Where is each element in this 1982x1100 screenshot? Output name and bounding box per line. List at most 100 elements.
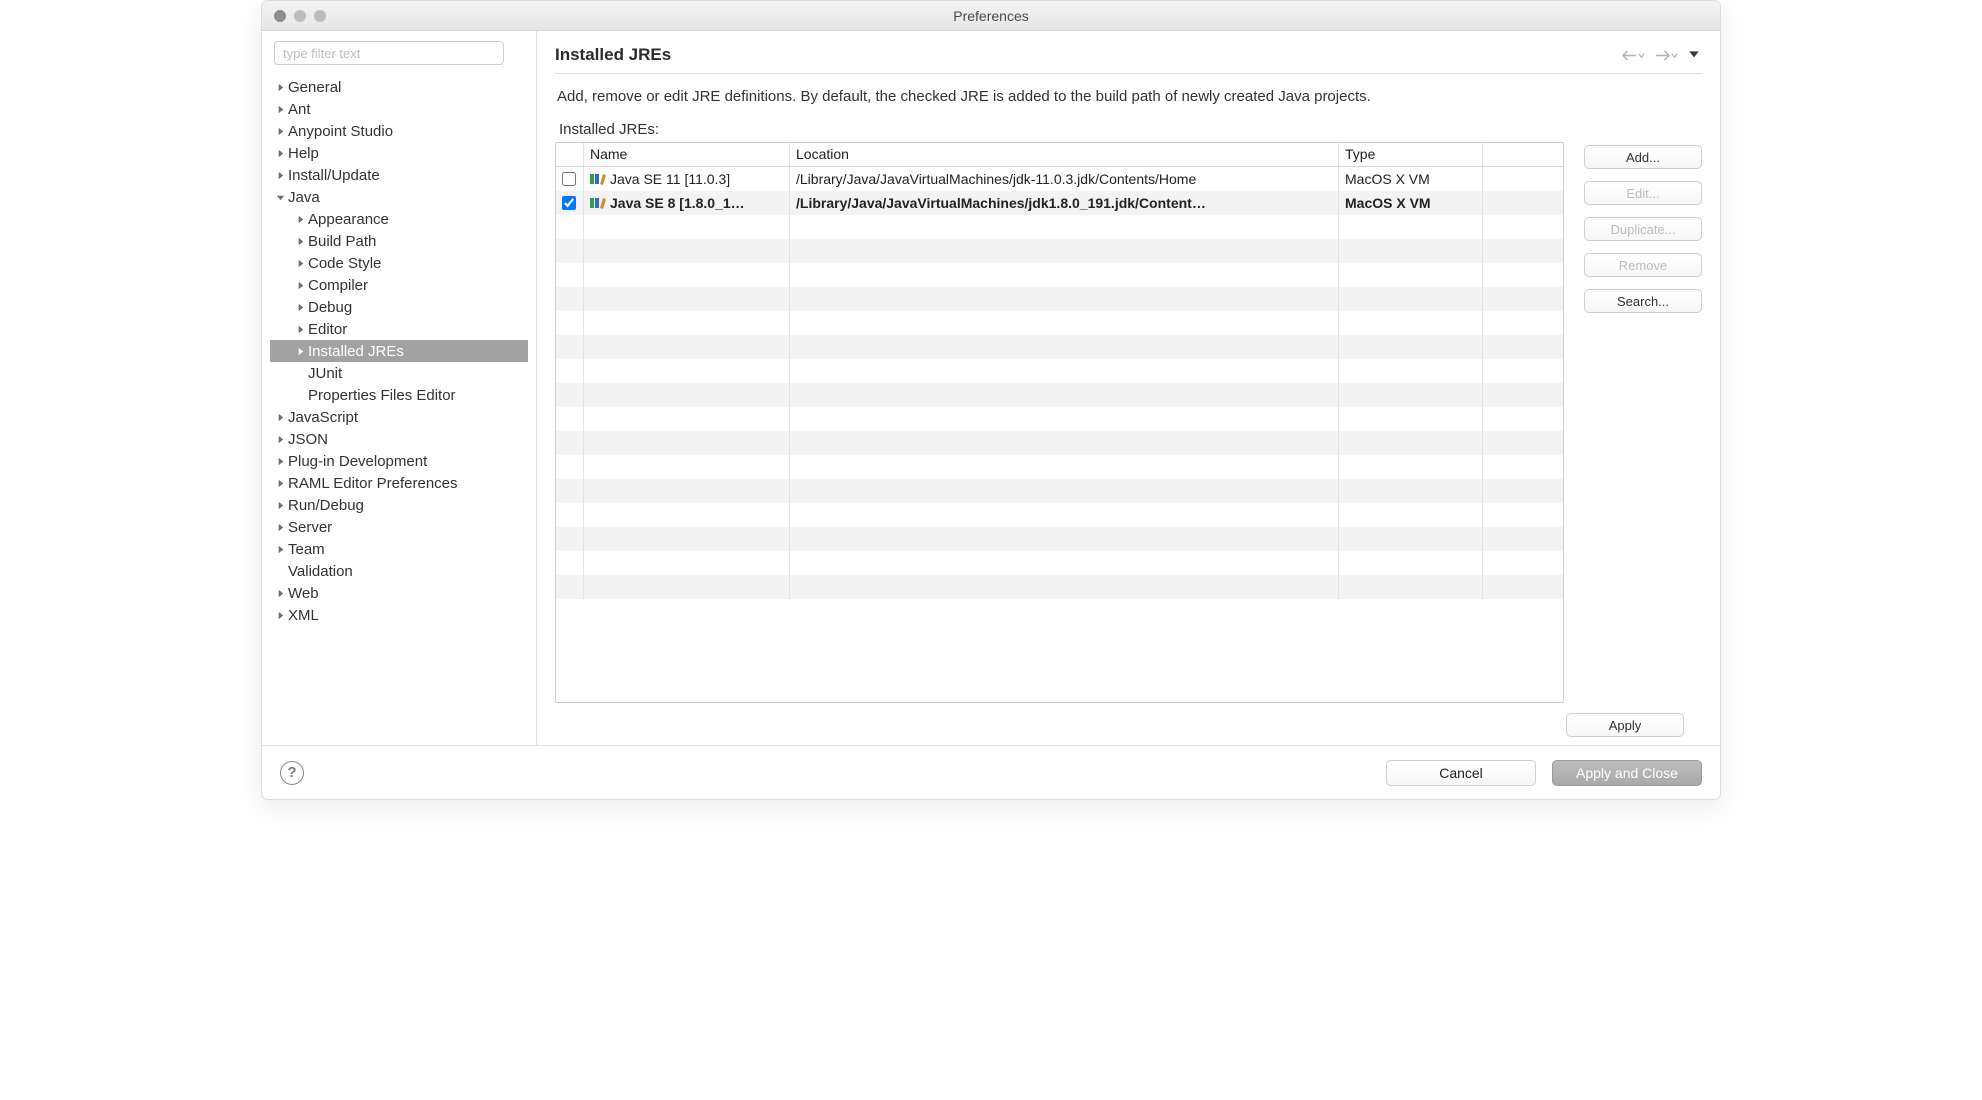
add-button[interactable]: Add... — [1584, 145, 1702, 169]
tree-item-label: Compiler — [308, 277, 368, 294]
duplicate-button[interactable]: Duplicate... — [1584, 217, 1702, 241]
close-window-button[interactable] — [274, 10, 286, 22]
body: General Ant Anypoint Studio Help Install/Upd… — [262, 31, 1720, 745]
tree-item[interactable]: Code Style — [270, 252, 528, 274]
window-controls — [262, 10, 326, 22]
tree-item[interactable]: Installed JREs — [270, 340, 528, 362]
tree-item[interactable]: RAML Editor Preferences — [270, 472, 528, 494]
zoom-window-button[interactable] — [314, 10, 326, 22]
apply-row: Apply — [555, 703, 1702, 745]
jre-name: Java SE 11 [11.0.3] — [610, 171, 730, 187]
expand-arrow-icon — [294, 213, 306, 225]
dropdown-caret-icon — [1638, 52, 1645, 59]
tree-item[interactable]: JUnit — [270, 362, 528, 384]
apply-button[interactable]: Apply — [1566, 713, 1684, 737]
tree-item[interactable]: Plug-in Development — [270, 450, 528, 472]
table-row — [556, 359, 1563, 383]
tree-item[interactable]: Anypoint Studio — [270, 120, 528, 142]
tree-item[interactable]: Run/Debug — [270, 494, 528, 516]
category-tree: General Ant Anypoint Studio Help Install/Upd… — [270, 76, 528, 626]
expand-arrow-icon — [274, 147, 286, 159]
tree-item[interactable]: Properties Files Editor — [270, 384, 528, 406]
table-header: Name Location Type — [556, 143, 1563, 167]
tree-item[interactable]: Server — [270, 516, 528, 538]
tree-item[interactable]: XML — [270, 604, 528, 626]
tree-item[interactable]: Ant — [270, 98, 528, 120]
tree-item[interactable]: Web — [270, 582, 528, 604]
page-description: Add, remove or edit JRE definitions. By … — [555, 74, 1702, 121]
table-row — [556, 263, 1563, 287]
row-type-cell: MacOS X VM — [1339, 191, 1483, 215]
side-buttons: Add... Edit... Duplicate... Remove Searc… — [1584, 145, 1702, 703]
tree-item-label: Anypoint Studio — [288, 123, 393, 140]
tree-item-label: Plug-in Development — [288, 453, 427, 470]
column-check — [556, 143, 584, 166]
tree-item[interactable]: Appearance — [270, 208, 528, 230]
table-row — [556, 311, 1563, 335]
tree-item[interactable]: Debug — [270, 296, 528, 318]
expand-arrow-icon — [274, 433, 286, 445]
table-label: Installed JREs: — [555, 121, 1564, 138]
expand-arrow-icon — [294, 323, 306, 335]
search-button[interactable]: Search... — [1584, 289, 1702, 313]
tree-item-label: Ant — [288, 101, 311, 118]
table-row — [556, 215, 1563, 239]
column-location[interactable]: Location — [790, 143, 1339, 166]
help-button[interactable]: ? — [280, 761, 304, 785]
table-row — [556, 479, 1563, 503]
tree-item-label: Java — [288, 189, 320, 206]
expand-arrow-icon — [274, 411, 286, 423]
tree-item[interactable]: Validation — [270, 560, 528, 582]
table-row — [556, 407, 1563, 431]
tree-item[interactable]: JSON — [270, 428, 528, 450]
content-header: Installed JREs — [555, 45, 1702, 74]
tree-item[interactable]: Java — [270, 186, 528, 208]
expand-arrow-icon — [294, 257, 306, 269]
view-menu-button[interactable] — [1686, 48, 1702, 62]
tree-item[interactable]: General — [270, 76, 528, 98]
default-jre-checkbox[interactable] — [562, 196, 576, 210]
tree-item-label: Run/Debug — [288, 497, 364, 514]
table-row[interactable]: Java SE 8 [1.8.0_1…/Library/Java/JavaVir… — [556, 191, 1563, 215]
default-jre-checkbox[interactable] — [562, 172, 576, 186]
table-row — [556, 575, 1563, 599]
table-body: Java SE 11 [11.0.3]/Library/Java/JavaVir… — [556, 167, 1563, 702]
table-row — [556, 287, 1563, 311]
tree-item[interactable]: Help — [270, 142, 528, 164]
column-type[interactable]: Type — [1339, 143, 1483, 166]
dropdown-caret-icon — [1671, 52, 1678, 59]
tree-item-label: Properties Files Editor — [308, 387, 456, 404]
expand-arrow-icon — [274, 477, 286, 489]
expand-arrow-icon — [274, 169, 286, 181]
edit-button[interactable]: Edit... — [1584, 181, 1702, 205]
column-name[interactable]: Name — [584, 143, 790, 166]
back-button[interactable] — [1620, 47, 1647, 64]
tree-item[interactable]: Editor — [270, 318, 528, 340]
tree-item-label: Install/Update — [288, 167, 380, 184]
table-row — [556, 335, 1563, 359]
table-row[interactable]: Java SE 11 [11.0.3]/Library/Java/JavaVir… — [556, 167, 1563, 191]
expand-arrow-icon — [294, 345, 306, 357]
tree-item[interactable]: Compiler — [270, 274, 528, 296]
minimize-window-button[interactable] — [294, 10, 306, 22]
page-title: Installed JREs — [555, 45, 671, 65]
tree-item-label: RAML Editor Preferences — [288, 475, 458, 492]
row-name-cell: Java SE 11 [11.0.3] — [584, 167, 790, 191]
table-row — [556, 551, 1563, 575]
tree-item[interactable]: Build Path — [270, 230, 528, 252]
filter-input[interactable] — [274, 41, 504, 65]
tree-item[interactable]: Install/Update — [270, 164, 528, 186]
forward-button[interactable] — [1653, 47, 1680, 64]
installed-jres-table[interactable]: Name Location Type Java SE 11 [11.0.3]/L… — [555, 142, 1564, 703]
expand-arrow-icon — [274, 455, 286, 467]
apply-and-close-button[interactable]: Apply and Close — [1552, 760, 1702, 786]
tree-item-label: Web — [288, 585, 319, 602]
sidebar: General Ant Anypoint Studio Help Install/Upd… — [262, 31, 537, 745]
cancel-button[interactable]: Cancel — [1386, 760, 1536, 786]
table-row — [556, 503, 1563, 527]
tree-item[interactable]: Team — [270, 538, 528, 560]
content-pane: Installed JREs Add, remove or edit JR — [537, 31, 1720, 745]
tree-item[interactable]: JavaScript — [270, 406, 528, 428]
remove-button[interactable]: Remove — [1584, 253, 1702, 277]
row-spacer — [1483, 191, 1563, 215]
